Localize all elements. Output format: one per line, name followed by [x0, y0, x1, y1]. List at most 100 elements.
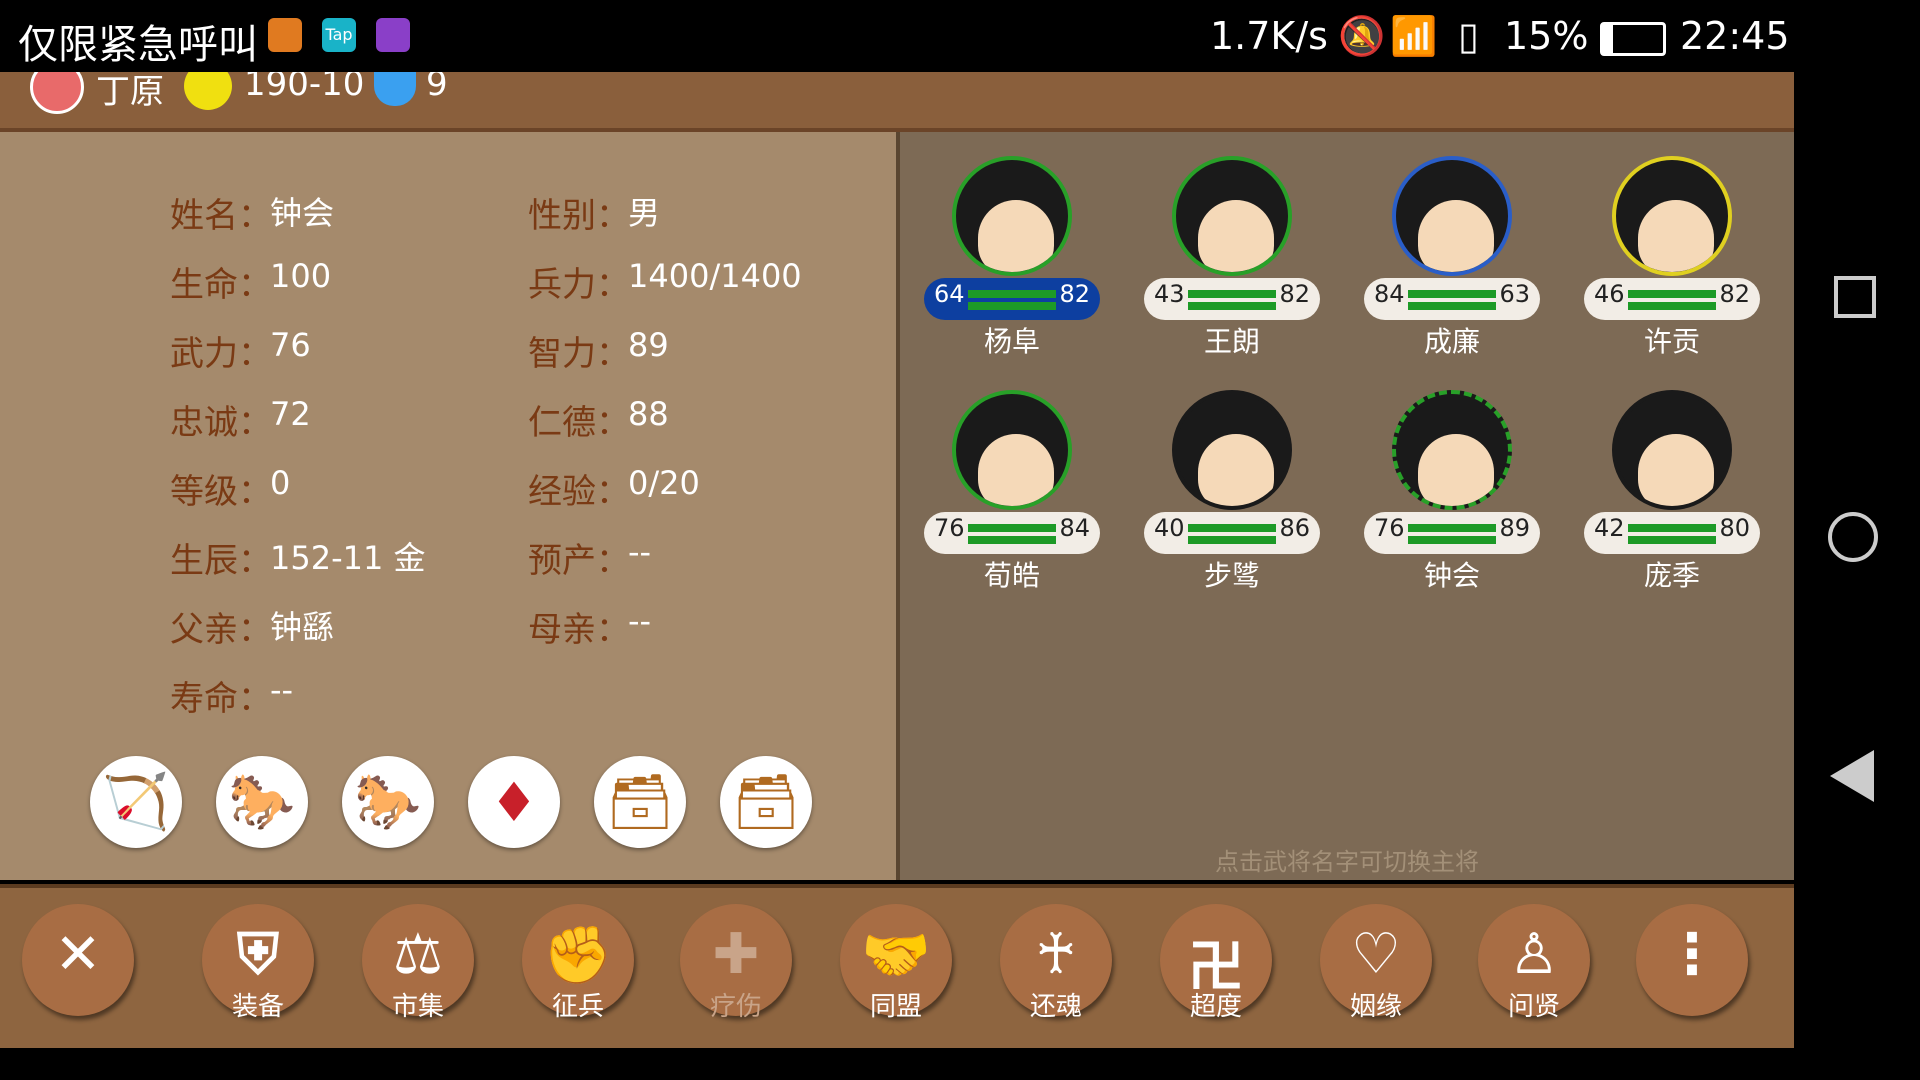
general-name[interactable]: 王朗	[1144, 320, 1320, 360]
close-button[interactable]: ✕	[22, 904, 134, 1016]
action-label: 姻缘	[1349, 992, 1402, 1022]
general-name[interactable]: 步骘	[1144, 554, 1320, 594]
general-stat-right: 86	[1279, 514, 1310, 542]
general-stat-right: 80	[1719, 514, 1750, 542]
general-portrait[interactable]	[952, 390, 1072, 510]
heart-question-button[interactable]: ♡ 姻缘	[1320, 904, 1432, 1022]
city-name: 丁原	[96, 72, 164, 112]
action-label: 还魂	[1029, 992, 1082, 1022]
general-stat-right: 89	[1499, 514, 1530, 542]
ruby-icon[interactable]: ♦	[468, 756, 560, 848]
stat-bar-bottom	[1408, 536, 1496, 544]
ritual-button[interactable]: 卍超度	[1160, 904, 1272, 1022]
general-stat-left: 40	[1154, 514, 1185, 542]
shield-count: 9	[426, 72, 448, 104]
general-stat-left: 46	[1594, 280, 1625, 308]
action-label: 疗伤	[709, 992, 762, 1022]
general-stat-left: 76	[934, 514, 965, 542]
more-icon: ⋮	[1664, 922, 1720, 987]
heal-button: ✚ 疗伤	[680, 904, 792, 1022]
action-label: 同盟	[869, 992, 922, 1022]
general-stat-pill: 76 89	[1364, 512, 1540, 554]
general-name[interactable]: 庞季	[1584, 554, 1760, 594]
game-date: 190-10	[244, 72, 365, 104]
action-label: 问贤	[1507, 992, 1560, 1022]
attr-l2-0: 性别：	[528, 196, 630, 236]
battery-percent: 15%	[1504, 14, 1589, 58]
attr-v1-7: --	[270, 671, 294, 709]
close-icon: ✕	[54, 922, 102, 987]
general-stat-right: 63	[1499, 280, 1530, 308]
general-portrait[interactable]	[1612, 390, 1732, 510]
attr-v1-0: 钟会	[270, 194, 335, 232]
sim-icon: ▯	[1458, 14, 1479, 58]
action-label: 市集	[391, 992, 444, 1022]
general-stat-left: 42	[1594, 514, 1625, 542]
general-stat-pill: 42 80	[1584, 512, 1760, 554]
attr-l2-3: 仁德：	[528, 403, 630, 443]
sage-button[interactable]: ♙ 问贤	[1478, 904, 1590, 1022]
attr-v2-5: --	[628, 533, 652, 571]
home-icon[interactable]	[1828, 512, 1878, 562]
fist-button[interactable]: ✊ 征兵	[522, 904, 634, 1022]
stat-bar-bottom	[1188, 302, 1276, 310]
more-button[interactable]: ⋮	[1636, 904, 1748, 1016]
horse-icon[interactable]: 🐎	[342, 756, 434, 848]
general-stat-pill: 46 82	[1584, 278, 1760, 320]
tap-app-icon: Tap	[322, 18, 356, 52]
bow-icon[interactable]: 🏹	[90, 756, 182, 848]
revive-icon: ♰	[1035, 922, 1077, 987]
general-name[interactable]: 荀皓	[924, 554, 1100, 594]
attr-l2-4: 经验：	[528, 472, 630, 512]
stat-bar-top	[1408, 524, 1496, 532]
general-portrait[interactable]	[952, 156, 1072, 276]
horse-icon[interactable]: 🐎	[216, 756, 308, 848]
attr-v2-1: 1400/1400	[628, 257, 802, 295]
shield-icon	[374, 72, 416, 106]
handshake-icon: 🤝	[861, 923, 931, 988]
switch-hint: 点击武将名字可切换主将	[1215, 848, 1479, 876]
network-speed: 1.7K/s	[1210, 14, 1328, 58]
general-stat-left: 43	[1154, 280, 1185, 308]
attr-l2-2: 智力：	[528, 334, 630, 374]
general-portrait[interactable]	[1392, 156, 1512, 276]
attr-l2-6: 母亲：	[528, 610, 630, 650]
revive-button[interactable]: ♰ 还魂	[1000, 904, 1112, 1022]
treasure-box-icon[interactable]: 🗃	[594, 756, 686, 848]
general-stat-pill: 40 86	[1144, 512, 1320, 554]
handshake-button[interactable]: 🤝 同盟	[840, 904, 952, 1022]
sage-icon: ♙	[1508, 922, 1560, 987]
back-icon[interactable]	[1830, 750, 1874, 802]
attr-v1-5: 152-11 金	[270, 539, 426, 577]
stat-bar-top	[1408, 290, 1496, 298]
scale-icon: ⚖	[392, 922, 444, 987]
general-stat-right: 82	[1059, 280, 1090, 308]
system-nav-bar	[1794, 72, 1920, 1080]
general-name[interactable]: 许贡	[1584, 320, 1760, 360]
scale-button[interactable]: ⚖ 市集	[362, 904, 474, 1022]
app-notification-icon	[268, 18, 302, 52]
general-name[interactable]: 杨阜	[924, 320, 1100, 360]
general-name[interactable]: 钟会	[1364, 554, 1540, 594]
general-portrait[interactable]	[1612, 156, 1732, 276]
heal-icon: ✚	[712, 922, 760, 987]
wifi-icon: 📶	[1390, 14, 1438, 58]
general-portrait[interactable]	[1172, 156, 1292, 276]
armor-icon: ⛨	[237, 922, 279, 987]
attr-l1-0: 姓名：	[170, 196, 272, 236]
recents-icon[interactable]	[1834, 276, 1876, 318]
general-portrait[interactable]	[1392, 390, 1512, 510]
attr-v2-0: 男	[628, 194, 661, 232]
stat-bar-bottom	[968, 302, 1056, 310]
fist-icon: ✊	[543, 923, 613, 988]
general-portrait[interactable]	[1172, 390, 1292, 510]
general-stat-left: 64	[934, 280, 965, 308]
general-name[interactable]: 成廉	[1364, 320, 1540, 360]
attr-v2-6: --	[628, 602, 652, 640]
general-stat-right: 82	[1719, 280, 1750, 308]
treasure-box-icon[interactable]: 🗃	[720, 756, 812, 848]
attr-v1-3: 72	[270, 395, 311, 433]
armor-button[interactable]: ⛨ 装备	[202, 904, 314, 1022]
general-stat-left: 76	[1374, 514, 1405, 542]
mute-icon: 🔕	[1338, 14, 1386, 58]
